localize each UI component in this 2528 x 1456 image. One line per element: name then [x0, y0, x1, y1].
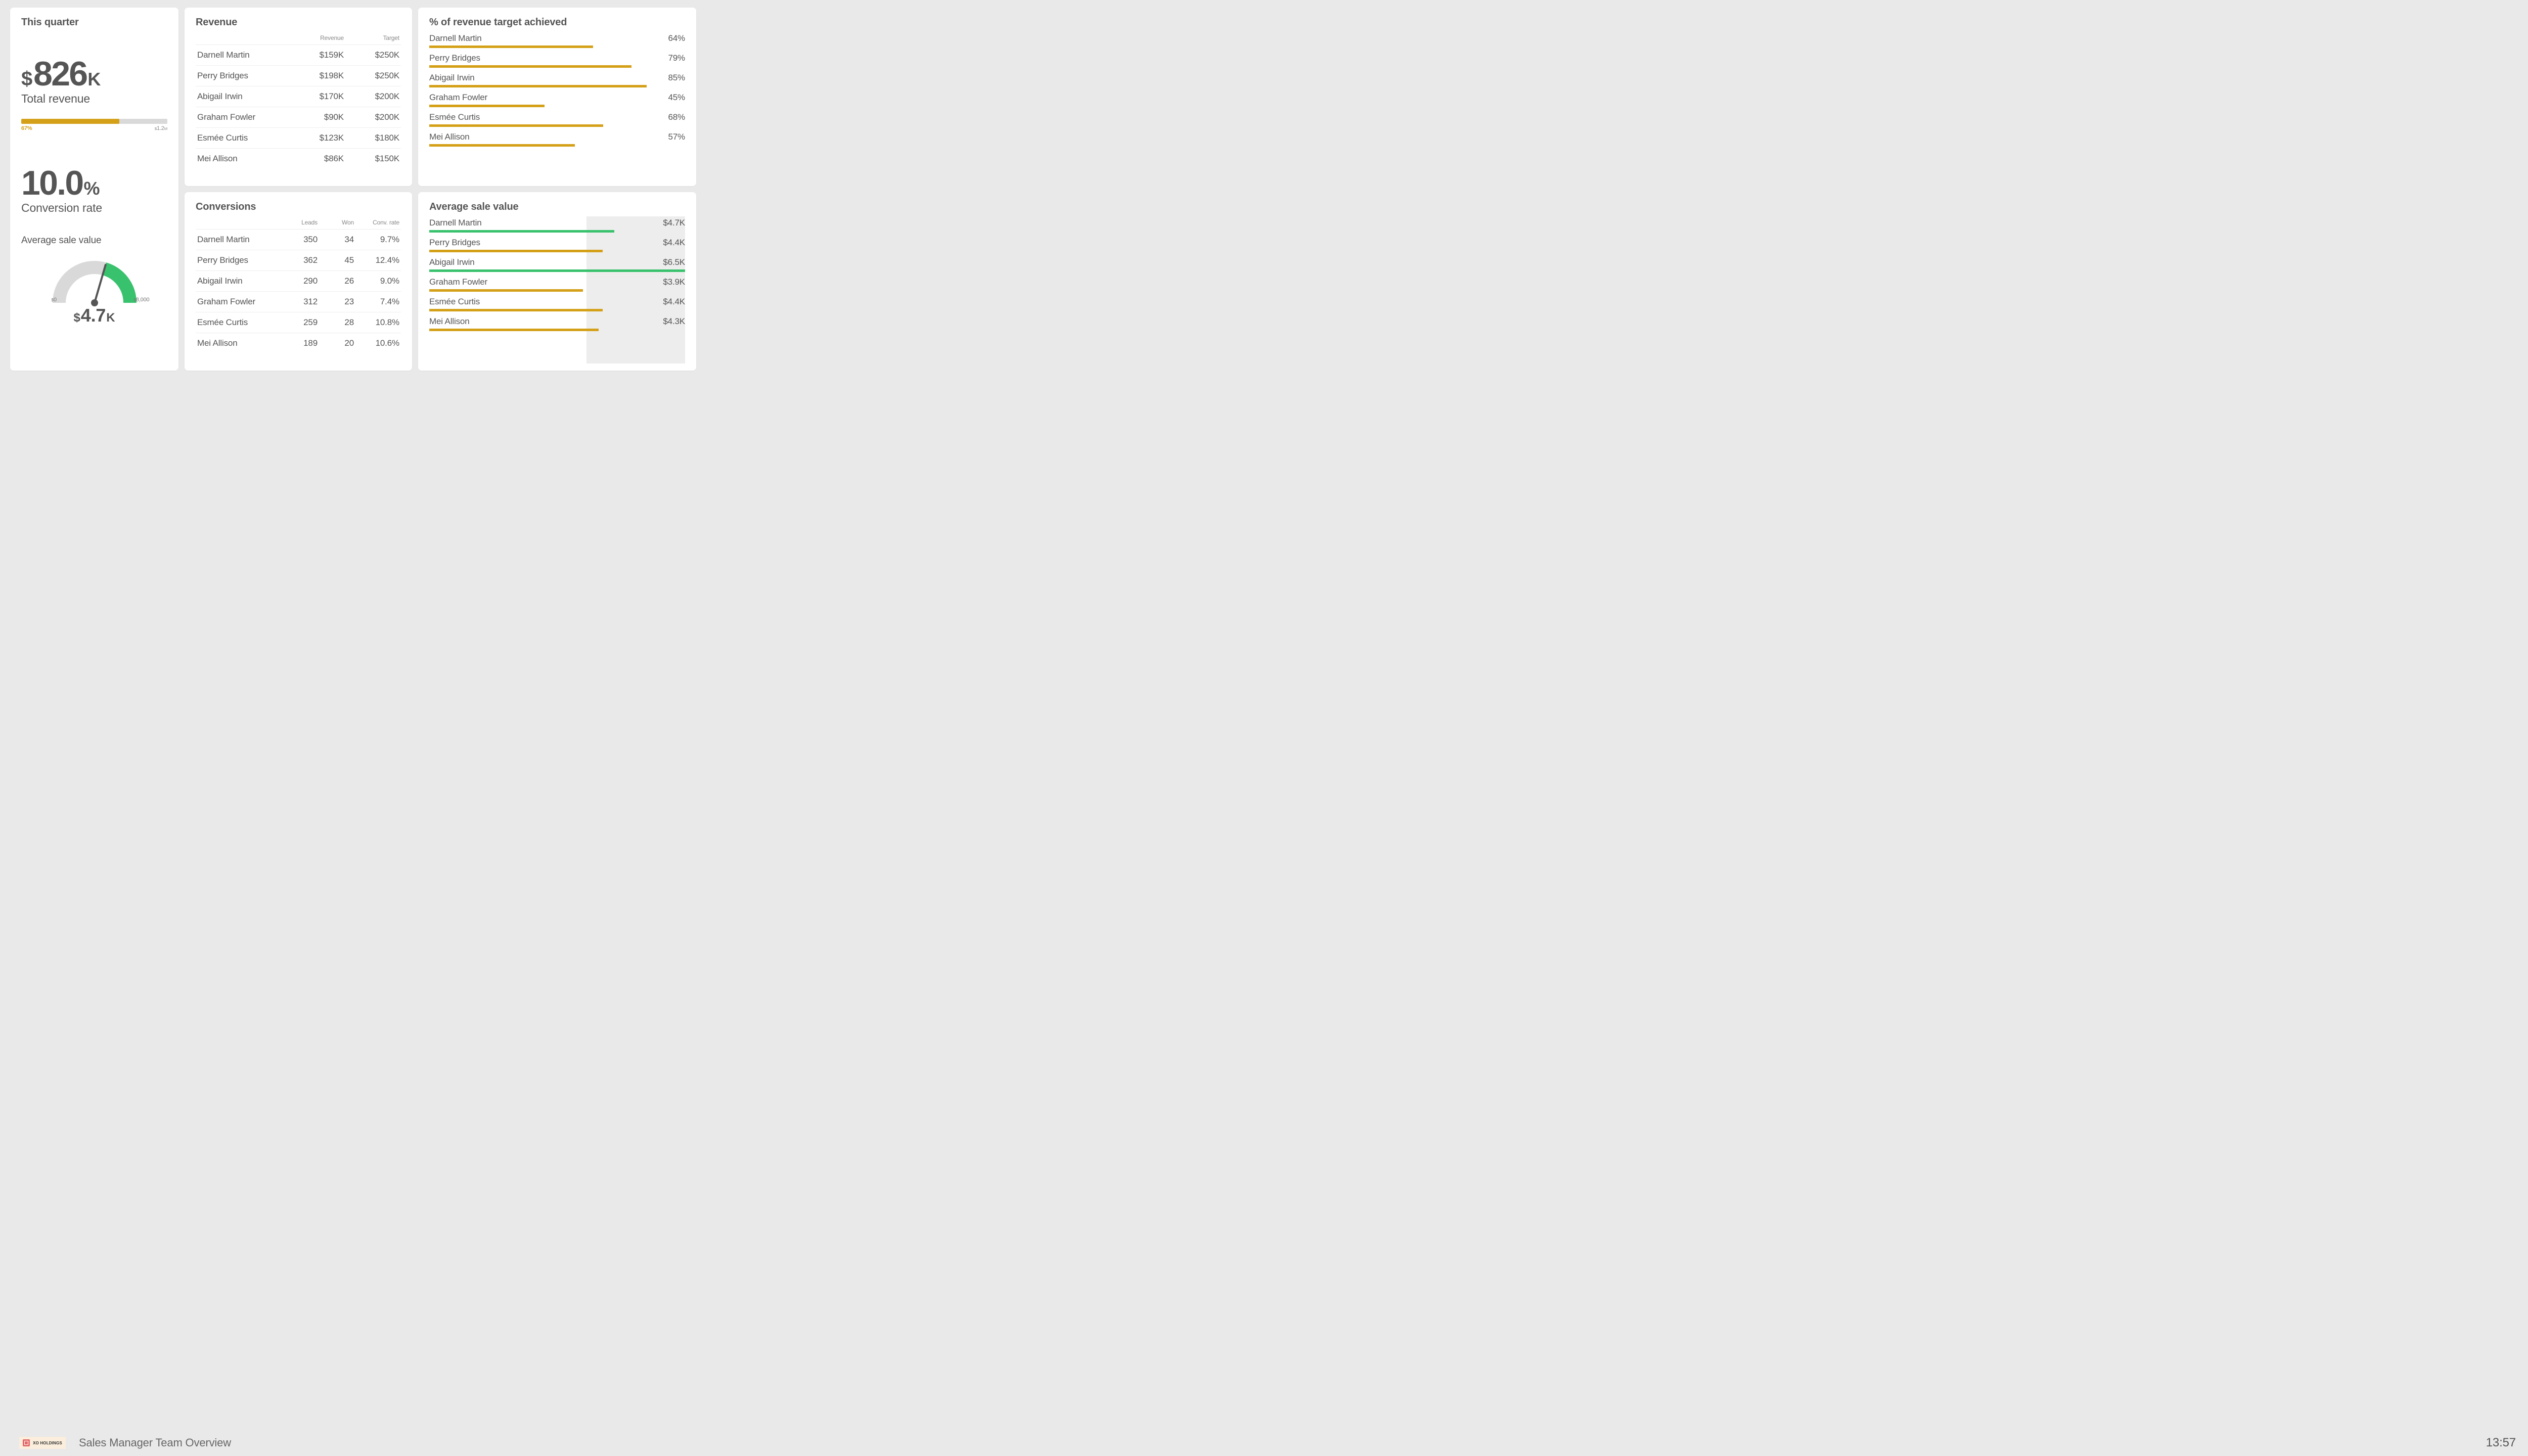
- revenue-progress-max: $1.2M: [155, 125, 167, 131]
- gauge-max: $8,000: [133, 297, 149, 303]
- summary-card: This quarter $ 826 K Total revenue 67% $…: [10, 8, 178, 371]
- bar-row: Darnell Martin$4.7K: [429, 218, 685, 233]
- conversion-block: 10.0 % Conversion rate: [21, 166, 167, 215]
- table-row: Mei Allison1892010.6%: [196, 333, 401, 354]
- logo-icon: [23, 1439, 30, 1446]
- bar-row: Esmée Curtis$4.4K: [429, 297, 685, 311]
- revenue-table: Revenue Target Darnell Martin$159K$250KP…: [196, 31, 401, 169]
- avg-sale-gauge: $0 $8,000: [36, 243, 153, 308]
- table-row: Perry Bridges3624512.4%: [196, 250, 401, 271]
- bar-row: Graham Fowler$3.9K: [429, 277, 685, 292]
- bar-row: Abigail Irwin$6.5K: [429, 257, 685, 272]
- table-row: Esmée Curtis$123K$180K: [196, 128, 401, 149]
- bar-row: Perry Bridges79%: [429, 53, 685, 68]
- table-row: Esmée Curtis2592810.8%: [196, 312, 401, 333]
- avg-sale-card: Average sale value Darnell Martin$4.7K Pe…: [418, 192, 696, 371]
- avg-sale-title: Average sale value: [429, 201, 685, 213]
- revenue-progress-meta: 67% $1.2M: [21, 125, 167, 131]
- total-revenue-value: $ 826 K: [21, 57, 167, 91]
- bar-row: Mei Allison57%: [429, 132, 685, 147]
- brand-logo: XO HOLDINGS: [19, 1437, 66, 1449]
- total-revenue-block: $ 826 K Total revenue 67% $1.2M: [21, 57, 167, 131]
- bar-row: Abigail Irwin85%: [429, 73, 685, 87]
- conversions-table: Leads Won Conv. rate Darnell Martin35034…: [196, 216, 401, 353]
- bar-row: Perry Bridges$4.4K: [429, 238, 685, 252]
- gauge-value: $4.7K: [21, 305, 167, 326]
- bar-row: Graham Fowler45%: [429, 93, 685, 107]
- table-row: Graham Fowler312237.4%: [196, 292, 401, 312]
- table-row: Graham Fowler$90K$200K: [196, 107, 401, 128]
- revenue-card: Revenue Revenue Target Darnell Martin$15…: [185, 8, 412, 186]
- summary-title: This quarter: [21, 17, 167, 28]
- conversions-title: Conversions: [196, 201, 401, 213]
- revenue-progress-track: [21, 119, 167, 124]
- target-pct-title: % of revenue target achieved: [429, 17, 685, 28]
- avg-sale-list: Darnell Martin$4.7K Perry Bridges$4.4K Abi…: [429, 218, 685, 331]
- bar-row: Mei Allison$4.3K: [429, 316, 685, 331]
- revenue-title: Revenue: [196, 17, 401, 28]
- footer: XO HOLDINGS Sales Manager Team Overview …: [0, 1431, 2528, 1456]
- total-revenue-label: Total revenue: [21, 92, 167, 106]
- conversion-value: 10.0 %: [21, 166, 167, 200]
- avg-sale-block: Average sale value $0 $8,000 $4.7K: [21, 235, 167, 326]
- table-row: Abigail Irwin290269.0%: [196, 271, 401, 292]
- conversion-label: Conversion rate: [21, 201, 167, 215]
- clock: 13:57: [2486, 1436, 2516, 1450]
- target-pct-card: % of revenue target achieved Darnell Mar…: [418, 8, 696, 186]
- page-title: Sales Manager Team Overview: [79, 1436, 2486, 1449]
- gauge-min: $0: [52, 297, 57, 303]
- table-row: Darnell Martin$159K$250K: [196, 45, 401, 66]
- bar-row: Esmée Curtis68%: [429, 112, 685, 127]
- target-pct-list: Darnell Martin64% Perry Bridges79% Abigail…: [429, 33, 685, 147]
- revenue-progress-fill: [21, 119, 119, 124]
- table-row: Abigail Irwin$170K$200K: [196, 86, 401, 107]
- conversions-card: Conversions Leads Won Conv. rate Darnell…: [185, 192, 412, 371]
- table-row: Perry Bridges$198K$250K: [196, 66, 401, 86]
- table-row: Darnell Martin350349.7%: [196, 230, 401, 250]
- bar-row: Darnell Martin64%: [429, 33, 685, 48]
- table-row: Mei Allison$86K$150K: [196, 149, 401, 169]
